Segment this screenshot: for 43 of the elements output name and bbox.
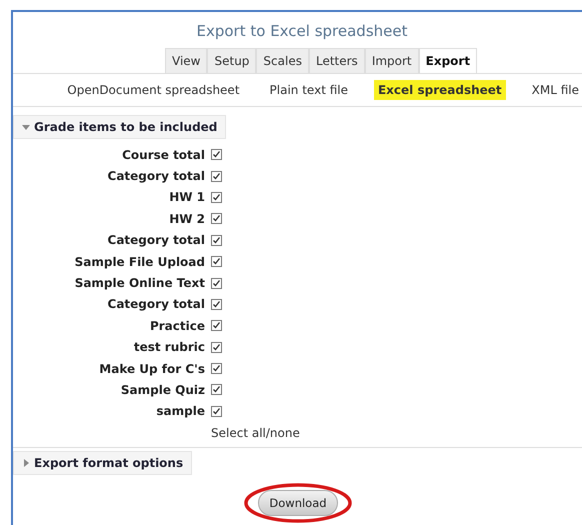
grade-item-label: Make Up for C's [98, 362, 206, 376]
checkbox[interactable] [211, 213, 222, 224]
tab[interactable]: Export [418, 48, 478, 73]
format-tab[interactable]: Excel spreadsheet [374, 80, 506, 100]
tab[interactable]: Import [364, 48, 419, 73]
grade-item-label: Practice [148, 318, 206, 333]
tab[interactable]: Letters [308, 48, 365, 73]
grade-item-label: Sample File Upload [74, 254, 206, 269]
grade-item-label: Category total [106, 233, 206, 248]
checkbox[interactable] [211, 342, 222, 353]
grade-item-label: Category total [106, 169, 206, 184]
tab[interactable]: Scales [256, 48, 309, 73]
checkbox[interactable] [211, 256, 222, 268]
checkbox[interactable] [211, 192, 222, 203]
format-tab[interactable]: Plain text file [266, 80, 352, 100]
section-header[interactable]: Grade items to be included [13, 115, 226, 139]
expand-arrow-icon [22, 123, 30, 131]
grade-item-label: HW 1 [168, 190, 206, 204]
grade-item-label: Sample Quiz [120, 382, 206, 397]
grade-item-label: HW 2 [168, 212, 206, 226]
checkbox[interactable] [211, 406, 222, 417]
checkbox[interactable] [211, 234, 222, 246]
format-tab[interactable]: XML file [528, 80, 582, 100]
grade-item-label: test rubric [132, 340, 206, 354]
checkbox[interactable] [211, 170, 222, 182]
tab[interactable]: Setup [207, 48, 256, 73]
checkbox[interactable] [211, 278, 222, 289]
checkbox[interactable] [211, 149, 222, 160]
format-tab[interactable]: OpenDocument spreadsheet [63, 80, 244, 100]
grade-item-label: Sample Online Text [74, 276, 206, 290]
section-header[interactable]: Export format options [13, 451, 192, 476]
select-all-link[interactable]: Select all/none [211, 426, 300, 440]
expand-arrow-icon [22, 459, 30, 468]
checkbox[interactable] [211, 298, 222, 310]
tab[interactable]: View [165, 48, 208, 73]
grade-item-label: Course total [121, 148, 206, 162]
download-button[interactable]: Download [258, 490, 338, 516]
checkbox[interactable] [211, 363, 222, 374]
page-title: Export to Excel spreadsheet [196, 21, 408, 42]
checkbox[interactable] [211, 320, 222, 332]
grade-item-label: sample [155, 404, 206, 418]
grade-item-label: Category total [106, 297, 206, 312]
checkbox[interactable] [211, 384, 222, 396]
